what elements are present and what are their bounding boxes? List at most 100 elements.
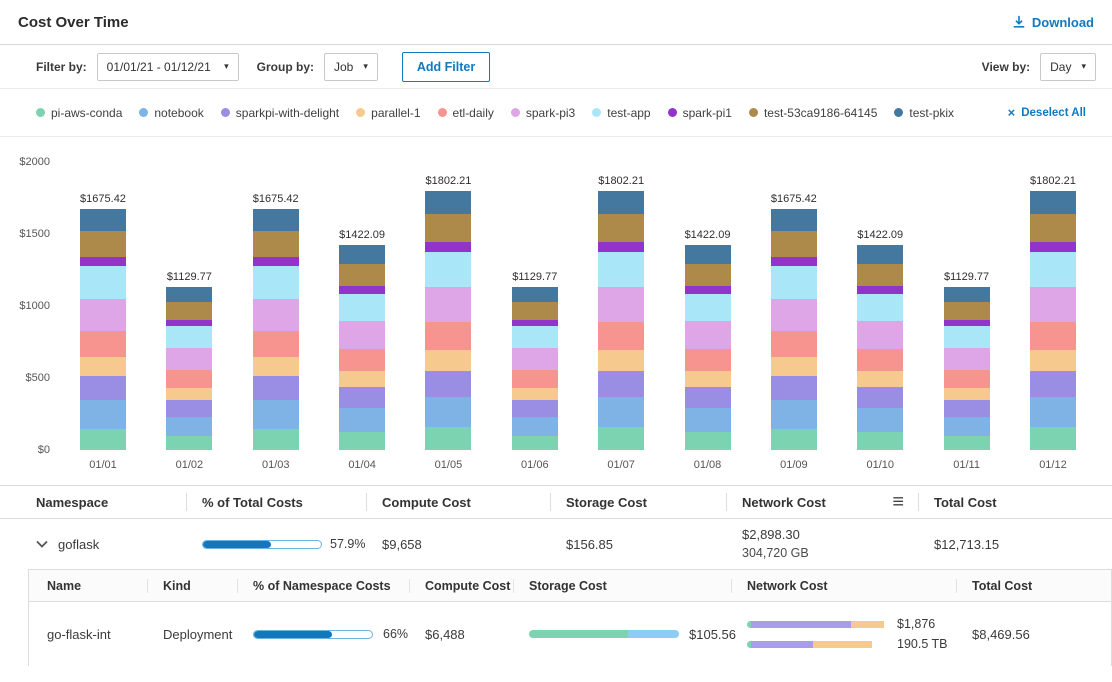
bar-segment-spark-pi1[interactable] (685, 286, 731, 293)
bar-segment-test-53ca9186-64145[interactable] (80, 231, 126, 257)
menu-icon[interactable]: ≡ (892, 492, 904, 512)
bar-segment-pi-aws-conda[interactable] (944, 436, 990, 451)
legend-item-notebook[interactable]: notebook (139, 106, 203, 120)
bar-segment-pi-aws-conda[interactable] (598, 427, 644, 450)
bar-segment-notebook[interactable] (944, 417, 990, 436)
bar-segment-sparkpi-with-delight[interactable] (1030, 371, 1076, 397)
bar-segment-spark-pi3[interactable] (944, 348, 990, 370)
bar-segment-spark-pi1[interactable] (339, 286, 385, 293)
bar-segment-spark-pi3[interactable] (253, 299, 299, 332)
bar-segment-test-pkix[interactable] (425, 191, 471, 215)
bar-segment-test-53ca9186-64145[interactable] (166, 302, 212, 320)
stacked-bar[interactable] (166, 287, 212, 450)
bar-segment-test-app[interactable] (253, 266, 299, 299)
bar-segment-test-53ca9186-64145[interactable] (944, 302, 990, 320)
bar-segment-test-53ca9186-64145[interactable] (253, 231, 299, 257)
stacked-bar[interactable] (80, 209, 126, 450)
bar-segment-spark-pi3[interactable] (598, 287, 644, 322)
bar-segment-test-app[interactable] (425, 252, 471, 287)
bar-segment-test-pkix[interactable] (166, 287, 212, 302)
bar-segment-sparkpi-with-delight[interactable] (685, 387, 731, 408)
bar-segment-notebook[interactable] (253, 400, 299, 428)
bar-segment-spark-pi3[interactable] (512, 348, 558, 370)
stacked-bar[interactable] (598, 191, 644, 450)
bar-segment-sparkpi-with-delight[interactable] (771, 376, 817, 400)
bar-segment-notebook[interactable] (339, 408, 385, 432)
bar-segment-spark-pi1[interactable] (598, 242, 644, 251)
legend-item-test-53ca9186-64145[interactable]: test-53ca9186-64145 (749, 106, 877, 120)
bar-segment-spark-pi3[interactable] (339, 321, 385, 349)
bar-segment-test-app[interactable] (166, 326, 212, 348)
legend-item-pi-aws-conda[interactable]: pi-aws-conda (36, 106, 122, 120)
bar-segment-parallel-1[interactable] (253, 357, 299, 376)
chevron-down-icon[interactable] (36, 540, 48, 548)
bar-segment-test-pkix[interactable] (771, 209, 817, 231)
bar-segment-notebook[interactable] (512, 417, 558, 436)
stacked-bar[interactable] (339, 245, 385, 450)
stacked-bar[interactable] (857, 245, 903, 450)
bar-segment-spark-pi1[interactable] (771, 257, 817, 266)
bar-segment-etl-daily[interactable] (685, 349, 731, 371)
bar-segment-notebook[interactable] (771, 400, 817, 428)
bar-segment-etl-daily[interactable] (166, 370, 212, 388)
namespace-cell[interactable]: goflask (16, 537, 186, 552)
legend-item-test-pkix[interactable]: test-pkix (894, 106, 954, 120)
stacked-bar[interactable] (425, 191, 471, 450)
bar-segment-test-pkix[interactable] (598, 191, 644, 215)
bar-segment-test-53ca9186-64145[interactable] (339, 264, 385, 286)
bar-segment-notebook[interactable] (1030, 397, 1076, 427)
bar-segment-spark-pi1[interactable] (253, 257, 299, 266)
bar-segment-test-app[interactable] (598, 252, 644, 287)
bar-segment-sparkpi-with-delight[interactable] (339, 387, 385, 408)
bar-segment-spark-pi1[interactable] (857, 286, 903, 293)
table-row[interactable]: goflask 57.9% $9,658 $156.85 $2,898.30 3… (0, 519, 1112, 569)
bar-segment-test-app[interactable] (512, 326, 558, 348)
bar-segment-spark-pi3[interactable] (685, 321, 731, 349)
bar-segment-test-pkix[interactable] (1030, 191, 1076, 215)
stacked-bar[interactable] (944, 287, 990, 450)
bar-segment-test-53ca9186-64145[interactable] (771, 231, 817, 257)
bar-segment-parallel-1[interactable] (512, 388, 558, 401)
bar-segment-test-pkix[interactable] (685, 245, 731, 264)
bar-segment-sparkpi-with-delight[interactable] (512, 400, 558, 416)
legend-item-spark-pi1[interactable]: spark-pi1 (668, 106, 732, 120)
stacked-bar[interactable] (1030, 191, 1076, 450)
bar-segment-test-53ca9186-64145[interactable] (685, 264, 731, 286)
bar-segment-test-pkix[interactable] (253, 209, 299, 231)
bar-segment-spark-pi3[interactable] (857, 321, 903, 349)
bar-segment-pi-aws-conda[interactable] (857, 432, 903, 450)
bar-segment-pi-aws-conda[interactable] (253, 429, 299, 451)
bar-segment-test-app[interactable] (771, 266, 817, 299)
bar-segment-etl-daily[interactable] (857, 349, 903, 371)
legend-item-spark-pi3[interactable]: spark-pi3 (511, 106, 575, 120)
bar-segment-sparkpi-with-delight[interactable] (944, 400, 990, 416)
deselect-all-button[interactable]: × Deselect All (1008, 106, 1086, 119)
bar-segment-notebook[interactable] (857, 408, 903, 432)
bar-segment-test-53ca9186-64145[interactable] (857, 264, 903, 286)
bar-segment-etl-daily[interactable] (944, 370, 990, 388)
bar-segment-parallel-1[interactable] (598, 350, 644, 370)
bar-segment-etl-daily[interactable] (512, 370, 558, 388)
stacked-bar[interactable] (253, 209, 299, 450)
bar-segment-pi-aws-conda[interactable] (771, 429, 817, 451)
date-range-select[interactable]: 01/01/21 - 01/12/21 ▾ (97, 53, 239, 81)
stacked-bar[interactable] (512, 287, 558, 450)
bar-segment-spark-pi1[interactable] (1030, 242, 1076, 251)
bar-segment-parallel-1[interactable] (944, 388, 990, 401)
bar-segment-etl-daily[interactable] (425, 322, 471, 350)
bar-segment-spark-pi1[interactable] (80, 257, 126, 266)
bar-segment-test-pkix[interactable] (80, 209, 126, 231)
bar-segment-spark-pi3[interactable] (80, 299, 126, 332)
group-by-select[interactable]: Job ▾ (324, 53, 378, 81)
bar-segment-etl-daily[interactable] (339, 349, 385, 371)
bar-segment-sparkpi-with-delight[interactable] (166, 400, 212, 416)
bar-segment-test-app[interactable] (1030, 252, 1076, 287)
bar-segment-test-app[interactable] (685, 294, 731, 322)
bar-segment-test-pkix[interactable] (857, 245, 903, 264)
bar-segment-pi-aws-conda[interactable] (80, 429, 126, 451)
bar-segment-parallel-1[interactable] (685, 371, 731, 387)
bar-segment-notebook[interactable] (425, 397, 471, 427)
bar-segment-etl-daily[interactable] (1030, 322, 1076, 350)
bar-segment-etl-daily[interactable] (598, 322, 644, 350)
bar-segment-sparkpi-with-delight[interactable] (253, 376, 299, 400)
